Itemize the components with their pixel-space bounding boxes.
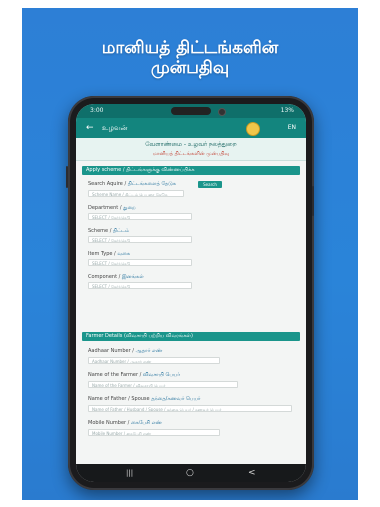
component-label-ta: இனங்கள்: [121, 274, 144, 280]
component-select[interactable]: SELECT / தேர்ந்தெடு: [88, 282, 192, 289]
home-icon[interactable]: ○: [186, 464, 194, 482]
department-name: வேளாண்மை - உழவர் நலத்துறை: [145, 141, 237, 148]
farmer-name-input[interactable]: Name of the Farmer / விவசாயி பெயர்: [88, 381, 238, 388]
speaker-notch: [171, 107, 211, 115]
headline-line-1: மானியத் திட்டங்களின்: [101, 38, 279, 58]
mobile-label-en: Mobile Number /: [88, 420, 130, 426]
mobile-input[interactable]: Mobile Number / கைபேசி எண்: [88, 429, 220, 436]
promo-banner: மானியத் திட்டங்களின் முன்பதிவு 3:00 13% …: [22, 8, 358, 500]
department-select[interactable]: SELECT / தேர்ந்தெடு: [88, 213, 192, 220]
component-label-en: Component /: [88, 274, 121, 280]
father-name-label-ta: தந்தை/கணவர் பெயர்: [151, 396, 201, 402]
farmer-name-label: Name of the Farmer / விவசாயி பெயர்: [88, 372, 180, 378]
mobile-label: Mobile Number / கைபேசி எண்: [88, 420, 162, 426]
scheme-search-input[interactable]: Scheme Name / திட்டம் பெயரை தேடுக: [88, 190, 184, 197]
department-label-en: Department /: [88, 205, 122, 211]
scheme-label-ta: திட்டம்: [112, 228, 130, 234]
item-type-select[interactable]: SELECT / தேர்ந்தெடு: [88, 259, 192, 266]
farmer-section-header: Farmer Details (விவசாயி பற்றிய விவரங்கள்…: [82, 332, 300, 341]
search-label-en: Search Aquire /: [88, 181, 127, 187]
father-name-label: Name of Father / Spouse தந்தை/கணவர் பெயர…: [88, 396, 200, 402]
battery-indicator: 13%: [280, 107, 294, 114]
banner-headline: மானியத் திட்டங்களின் முன்பதிவு: [22, 38, 358, 78]
back-arrow-icon[interactable]: ←: [86, 118, 94, 138]
status-time: 3:00: [90, 107, 104, 114]
search-label-ta: திட்டங்களைத் தேடுக: [127, 181, 176, 187]
phone-frame: 3:00 13% ← உழவன் EN வேளாண்மை - உழவர் நலத…: [66, 96, 314, 490]
mobile-label-ta: கைபேசி எண்: [130, 420, 162, 426]
scheme-label-en: Scheme /: [88, 228, 112, 234]
aadhaar-label-en: Aadhaar Number /: [88, 348, 134, 354]
component-label: Component / இனங்கள்: [88, 274, 144, 280]
item-type-label-ta: வகை: [117, 251, 131, 257]
scheme-select[interactable]: SELECT / தேர்ந்தெடு: [88, 236, 192, 243]
scheme-label: Scheme / திட்டம்: [88, 228, 129, 234]
search-button[interactable]: Search: [198, 181, 222, 188]
aadhaar-input[interactable]: Aadhaar Number / ஆதார் எண்: [88, 357, 220, 364]
android-nav-bar: ||| ○ <: [76, 464, 306, 482]
status-bar: 3:00 13%: [76, 104, 306, 118]
farmer-name-label-en: Name of the Farmer /: [88, 372, 142, 378]
nav-back-icon[interactable]: <: [248, 464, 256, 482]
search-label: Search Aquire / திட்டங்களைத் தேடுக: [88, 181, 176, 187]
item-type-label: Item Type / வகை: [88, 251, 130, 257]
recents-icon[interactable]: |||: [126, 464, 133, 482]
item-type-label-en: Item Type /: [88, 251, 116, 257]
department-label: Department / துறை: [88, 205, 136, 211]
farmer-name-label-ta: விவசாயி பெயர்: [142, 372, 180, 378]
department-header: வேளாண்மை - உழவர் நலத்துறை மானியத் திட்டங…: [76, 138, 306, 161]
language-toggle[interactable]: EN: [288, 118, 296, 138]
department-subtitle: மானியத் திட்டங்களின் முன்பதிவு: [152, 151, 230, 157]
father-name-input[interactable]: Name of Father / Husband / Spouse / தந்த…: [88, 405, 292, 412]
father-name-label-en: Name of Father / Spouse: [88, 396, 150, 402]
aadhaar-label-ta: ஆதார் எண்: [135, 348, 163, 354]
app-title: உழவன்: [102, 124, 128, 132]
government-seal-icon: [246, 122, 260, 136]
scheme-section-header: Apply scheme / திட்டங்களுக்கு விண்ணப்பிக…: [82, 166, 300, 175]
app-bar: ← உழவன் EN: [76, 118, 306, 138]
camera-icon: [218, 108, 226, 116]
aadhaar-label: Aadhaar Number / ஆதார் எண்: [88, 348, 162, 354]
headline-line-2: முன்பதிவு: [150, 58, 230, 78]
phone-screen: 3:00 13% ← உழவன் EN வேளாண்மை - உழவர் நலத…: [76, 104, 306, 482]
volume-button: [66, 166, 68, 188]
department-label-ta: துறை: [123, 205, 136, 211]
power-button: [312, 186, 314, 216]
